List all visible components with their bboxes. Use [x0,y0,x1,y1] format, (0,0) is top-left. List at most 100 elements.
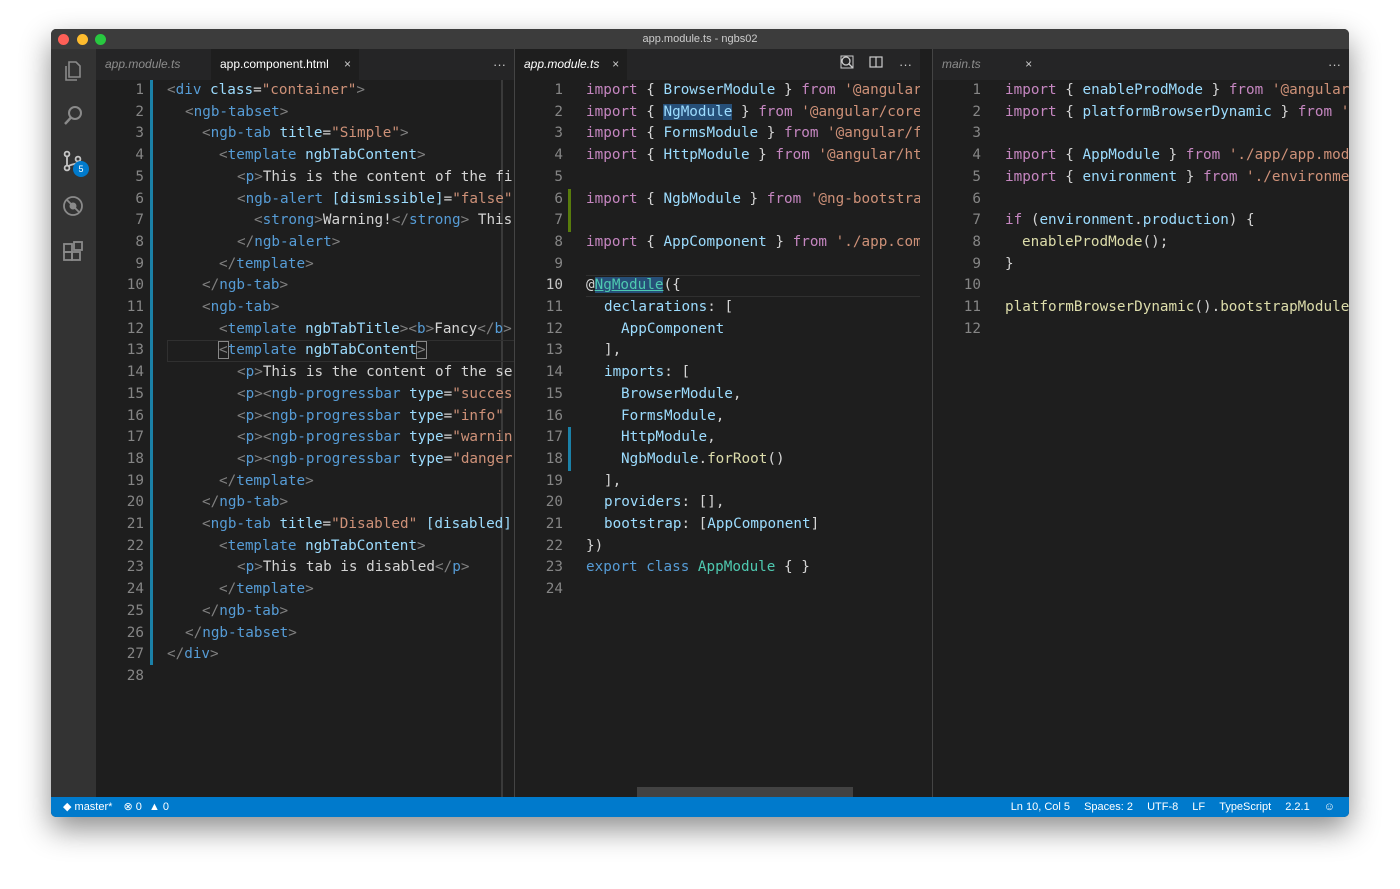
code-line: 14 <p>This is the content of the se [126,364,513,381]
code-line: 10 [963,277,981,294]
code-line: 9 [554,255,563,272]
code-line: 3 import { FormsModule } from '@angular/f… [554,125,920,142]
code-line: 20 providers: [], [545,494,725,511]
code-line: 7 if (environment.production) { [972,212,1255,229]
tab-app-component-html[interactable]: app.component.html × [211,49,360,80]
status-left: ◆ master* ⊗ 0 ▲ 0 [63,797,177,817]
editor-group-3: main.ts × ··· 1 import { enableProdMode }… [933,49,1349,797]
code-line: 2 <ngb-tabset> [135,103,289,120]
tab-main-ts[interactable]: main.ts × [933,49,1040,80]
code-line: 28 [126,667,144,684]
search-icon[interactable] [61,104,85,128]
tab-app-module-ts-active[interactable]: app.module.ts × [515,49,627,80]
code-line: 25 </ngb-tab> [126,602,289,619]
code-line: 10 @NgModule({ [545,277,681,294]
code-line: 8 enableProdMode(); [972,233,1169,250]
code-line: 4 import { AppModule } from './app/app.mo… [972,147,1349,164]
tab-actions-1: ··· [481,49,506,80]
code-line: 8 import { AppComponent } from './app.com… [554,233,920,250]
line-ending[interactable]: LF [1192,801,1205,813]
close-tab-icon[interactable]: × [1025,49,1032,80]
git-branch[interactable]: ◆ master* [63,801,116,813]
vscode-window: app.module.ts - ngbs02 5 app.module.ts a… [51,29,1349,817]
open-changes-icon[interactable] [840,49,854,80]
code-line: 9 </template> [135,255,314,272]
tab-bar-2: app.module.ts × ··· [515,49,920,80]
git-branch-icon: ◆ [63,801,72,813]
scm-badge: 5 [73,161,89,177]
code-line: 24 </template> [126,581,314,598]
code-line: 5 import { environment } from './environm… [972,168,1349,185]
code-line: 5 [554,168,563,185]
more-actions-icon[interactable]: ··· [1328,49,1341,80]
code-line: 15 BrowserModule, [545,385,742,402]
code-line: 11 <ngb-tab> [126,299,280,315]
code-editor-1[interactable]: 1 <div class="container"> 2 <ngb-tabset> 3… [96,80,514,797]
code-line: 4 import { HttpModule } from '@angular/ht… [554,147,920,164]
close-tab-icon[interactable]: × [612,49,619,80]
code-line: 11 platformBrowserDynamic().bootstrapModu… [963,299,1349,315]
code-line: 12 AppComponent [545,320,725,337]
code-line: 18 NgbModule.forRoot() [545,450,785,467]
title-bar: app.module.ts - ngbs02 [51,29,1349,49]
code-line: 14 imports: [ [545,364,691,381]
code-line: 11 declarations: [ [545,299,734,315]
code-line: 20 </ngb-tab> [126,494,289,511]
window-title: app.module.ts - ngbs02 [642,33,758,45]
code-line: 1 <div class="container"> [135,82,365,98]
minimize-window-button[interactable] [77,34,88,45]
code-editor-2[interactable]: 1 import { BrowserModule } from '@angular… [515,80,920,797]
horizontal-scrollbar[interactable] [637,787,853,797]
cursor-position[interactable]: Ln 10, Col 5 [1011,801,1070,813]
editor-group-1: app.module.ts app.component.html × ··· 1… [96,49,514,797]
more-actions-icon[interactable]: ··· [899,49,912,80]
maximize-window-button[interactable] [95,34,106,45]
problems-indicator[interactable]: ⊗ 0 ▲ 0 [124,801,170,813]
code-line: 6 [972,190,981,207]
indentation[interactable]: Spaces: 2 [1084,801,1133,813]
code-line: 6 import { NgbModule } from '@ng-bootstra… [554,190,920,207]
code-line: 13 <template ngbTabContent> [126,341,427,360]
tab-actions-3: ··· [1316,49,1341,80]
code-line: 9} [972,255,1014,272]
feedback-smiley-icon[interactable]: ☺ [1324,801,1335,813]
error-count: 0 [135,801,142,813]
tab-app-module-ts[interactable]: app.module.ts [96,49,211,80]
code-line: 12 [963,320,981,337]
code-line: 17 HttpModule, [545,429,716,446]
tab-label: app.module.ts [524,57,600,71]
typescript-version[interactable]: 2.2.1 [1285,801,1309,813]
status-bar: ◆ master* ⊗ 0 ▲ 0 Ln 10, Col 5 Spaces: 2… [51,797,1349,817]
tab-label: main.ts [942,57,981,71]
debug-icon[interactable] [61,194,85,218]
extensions-icon[interactable] [61,239,85,263]
code-line: 19 </template> [126,472,314,489]
code-line: 12 <template ngbTabTitle><b>Fancy</b> [126,320,512,337]
code-line: 21 <ngb-tab title="Disabled" [disabled] [126,516,512,532]
code-line: 18 <p><ngb-progressbar type="danger [126,450,513,467]
code-line: 3 [972,125,981,142]
editor-group-2: app.module.ts × ··· 1 import { BrowserMod… [515,49,920,797]
code-editor-3[interactable]: 1 import { enableProdMode } from '@angula… [933,80,1349,797]
close-tab-icon[interactable]: × [344,49,351,80]
code-line: 13], [545,342,622,359]
code-line: 27 </div> [126,646,219,663]
tab-actions-2: ··· [828,49,912,80]
explorer-icon[interactable] [61,59,85,83]
code-line: 22}) [545,537,604,554]
close-window-button[interactable] [58,34,69,45]
code-line: 21 bootstrap: [AppComponent] [545,516,820,532]
code-line: 7 <strong>Warning!</strong> This [135,212,513,229]
encoding[interactable]: UTF-8 [1147,801,1178,813]
language-mode[interactable]: TypeScript [1219,801,1271,813]
code-line: 6 <ngb-alert [dismissible]="false" [135,190,513,207]
activity-bar: 5 [51,49,96,797]
code-line: 17 <p><ngb-progressbar type="warnin [126,429,513,446]
status-right: Ln 10, Col 5 Spaces: 2 UTF-8 LF TypeScri… [1000,797,1335,817]
tab-label: app.module.ts [105,57,181,71]
split-editor-icon[interactable] [869,49,883,80]
code-line: 15 <p><ngb-progressbar type="succes [126,385,513,402]
more-actions-icon[interactable]: ··· [493,49,506,80]
code-line: 23 <p>This tab is disabled</p> [126,559,470,576]
code-line: 19], [545,472,622,489]
